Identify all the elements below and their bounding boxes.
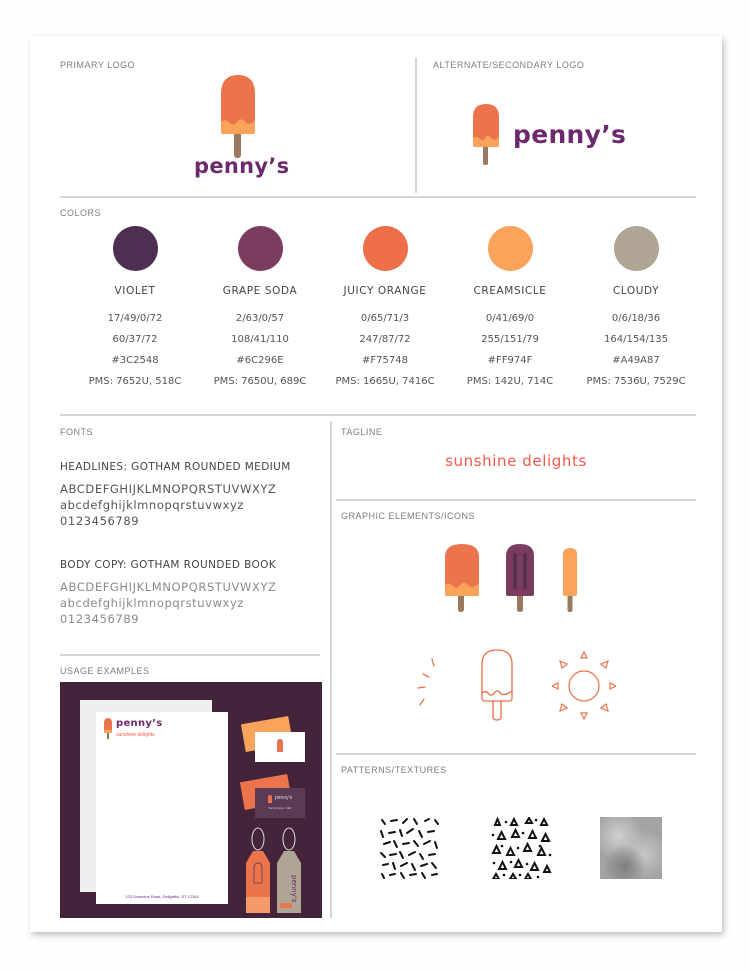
business-card-violet: penny’s Penny Owner • CEO [255,788,305,818]
hang-tags: penny's [246,827,301,913]
popsicle-logo-icon [104,718,112,739]
font-block-body: BODY COPY: GOTHAM ROUNDED BOOK ABCDEFGHI… [60,559,330,627]
usage-examples-mockup: penny’s sunshine delights 123 Sunshine R… [60,682,322,918]
divider [336,753,696,755]
orange-popsicle-icon [445,544,479,612]
color-card-cloudy: CLOUDY 0/6/18/36 164/154/135 #A49A87 PMS… [576,226,696,388]
popsicle-logo-icon [221,75,255,158]
divider [415,58,417,193]
triangles-pattern-swatch [491,817,552,879]
business-card-front [255,732,305,762]
letterhead-tagline: sunshine delights [116,732,155,738]
letterhead-address: 123 Sunshine Road, Delightful, ST 12345 [125,894,199,899]
color-pms: PMS: 7650U, 689C [213,376,307,387]
color-hex: #3C2548 [111,355,159,366]
color-name: JUICY ORANGE [343,285,427,297]
divider [60,654,320,656]
color-cmyk: 0/65/71/3 [360,313,410,324]
color-swatch [112,226,158,271]
sun-outline-icon [552,650,616,720]
primary-logo [218,74,258,165]
font-block-headlines: HEADLINES: GOTHAM ROUNDED MEDIUM ABCDEFG… [60,461,330,529]
color-swatch [487,226,533,271]
section-label-colors: COLORS [60,208,102,218]
cloudy-texture-swatch [600,817,662,879]
section-label-fonts: FONTS [60,427,93,437]
card-wordmark: penny’s [275,795,293,801]
color-swatch [237,226,283,271]
sprinkles-pattern-swatch [380,818,439,879]
letterhead-wordmark: penny’s [116,718,163,729]
color-rgb: 108/41/110 [231,334,289,345]
font-heading: BODY COPY: GOTHAM ROUNDED BOOK [60,559,277,571]
secondary-logo-wordmark: penny’s [513,120,627,149]
brand-guide-sheet: PRIMARY LOGO penny’s ALTERNATE/SECONDARY… [30,36,722,932]
color-swatch [613,226,659,271]
color-card-violet: VIOLET 17/49/0/72 60/37/72 #3C2548 PMS: … [75,226,195,388]
svg-text:penny's: penny's [290,875,298,903]
font-sample-digits: 0123456789 [60,612,140,626]
section-label-primary-logo: PRIMARY LOGO [60,60,136,70]
section-label-patterns: PATTERNS/TEXTURES [341,765,447,775]
popsicle-icon [277,739,283,752]
color-hex: #A49A87 [612,355,660,366]
color-pms: PMS: 142U, 714C [466,376,554,387]
color-name: CLOUDY [612,285,660,297]
divider [330,421,332,918]
color-rgb: 255/151/79 [481,334,539,345]
color-card-creamsicle: CREAMSICLE 0/41/69/0 255/151/79 #FF974F … [450,226,570,388]
section-label-usage-examples: USAGE EXAMPLES [60,666,150,676]
section-label-graphic-elements: GRAPHIC ELEMENTS/ICONS [341,511,476,521]
letterhead: penny’s sunshine delights 123 Sunshine R… [96,712,228,904]
font-sample-lower: abcdefghijklmnopqrstuvwxyz [60,498,245,512]
color-name: VIOLET [114,285,156,297]
color-pms: PMS: 7652U, 518C [88,376,182,387]
color-rgb: 60/37/72 [112,334,158,345]
font-sample-upper: ABCDEFGHIJKLMNOPQRSTUVWXYZ [60,580,277,594]
popsicle-logo-icon [473,104,499,165]
section-label-secondary-logo: ALTERNATE/SECONDARY LOGO [433,60,585,70]
color-card-grape-soda: GRAPE SODA 2/63/0/57 108/41/110 #6C296E … [200,226,320,388]
sun-rays-icon [417,658,435,706]
grape-popsicle-icon [506,544,534,612]
color-swatch [362,226,408,271]
font-sample-lower: abcdefghijklmnopqrstuvwxyz [60,596,245,610]
color-hex: #FF974F [487,355,533,366]
color-cmyk: 2/63/0/57 [235,313,285,324]
card-name: Penny Owner • CEO [268,807,292,810]
color-cmyk: 0/41/69/0 [485,313,535,324]
color-hex: #6C296E [236,355,284,366]
popsicle-icon [268,795,272,803]
tagline-text: sunshine delights [445,452,587,470]
font-sample-digits: 0123456789 [60,514,140,528]
color-hex: #F75748 [362,355,408,366]
color-cmyk: 0/6/18/36 [611,313,661,324]
color-pms: PMS: 7536U, 7529C [586,376,686,387]
color-rgb: 164/154/135 [604,334,668,345]
primary-logo-wordmark: penny’s [194,154,290,178]
popsicle-outline-icon [481,649,513,721]
color-name: GRAPE SODA [222,285,298,297]
color-card-juicy-orange: JUICY ORANGE 0/65/71/3 247/87/72 #F75748… [325,226,445,388]
font-heading: HEADLINES: GOTHAM ROUNDED MEDIUM [60,461,291,473]
creamsicle-popsicle-icon [563,548,577,612]
divider [60,196,696,198]
color-rgb: 247/87/72 [359,334,411,345]
color-cmyk: 17/49/0/72 [107,313,163,324]
divider [60,414,696,416]
divider [336,499,696,501]
secondary-logo [471,103,501,170]
color-pms: PMS: 1665U, 7416C [335,376,435,387]
color-name: CREAMSICLE [473,285,547,297]
font-sample-upper: ABCDEFGHIJKLMNOPQRSTUVWXYZ [60,482,277,496]
section-label-tagline: TAGLINE [341,427,383,437]
